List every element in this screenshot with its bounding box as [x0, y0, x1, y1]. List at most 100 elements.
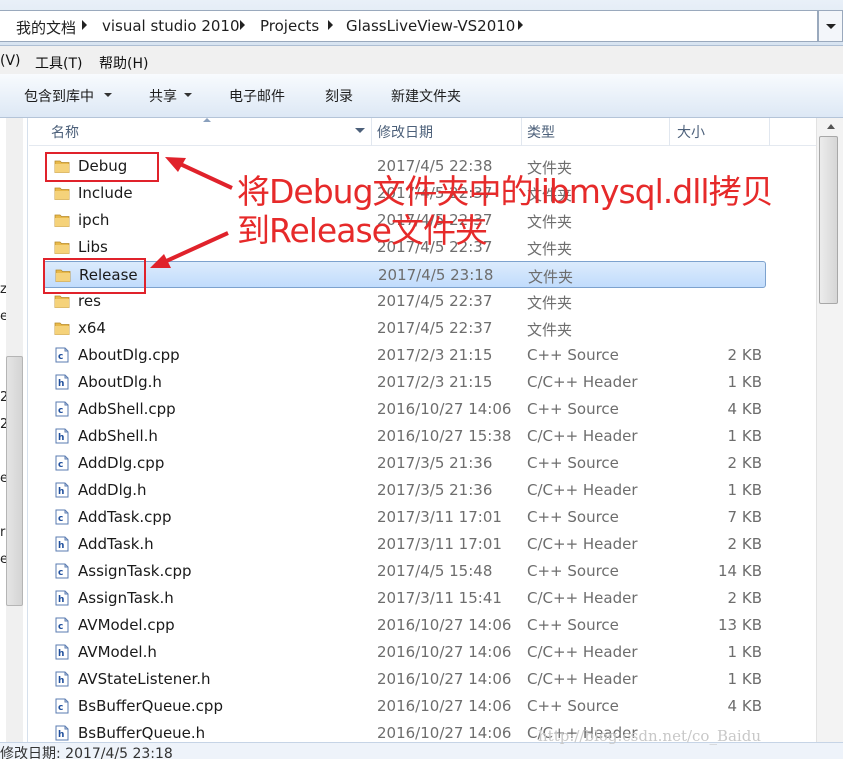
- file-type: C/C++ Header: [527, 427, 638, 445]
- file-size: 2 KB: [727, 454, 762, 472]
- breadcrumb-item-projects[interactable]: Projects: [260, 17, 319, 35]
- scroll-up-icon[interactable]: [827, 124, 835, 129]
- folder-icon: [54, 239, 70, 255]
- cpp-file-icon: c: [54, 401, 70, 417]
- folder-icon: [54, 185, 70, 201]
- file-type: C++ Source: [527, 400, 619, 418]
- address-history-dropdown[interactable]: [818, 10, 843, 42]
- file-row[interactable]: h AVModel.h 2016/10/27 14:06 C/C++ Header 1 …: [43, 639, 766, 666]
- breadcrumb-separator-icon[interactable]: [82, 20, 87, 30]
- file-row[interactable]: res 2017/4/5 22:37 文件夹: [43, 288, 766, 315]
- column-date[interactable]: 修改日期: [377, 122, 433, 142]
- column-separator[interactable]: [769, 118, 770, 146]
- breadcrumb-item-documents[interactable]: 我的文档: [16, 17, 76, 38]
- file-type: C/C++ Header: [527, 589, 638, 607]
- file-row[interactable]: h AssignTask.h 2017/3/11 15:41 C/C++ Header…: [43, 585, 766, 612]
- file-row[interactable]: c BsBufferQueue.cpp 2016/10/27 14:06 C++ So…: [43, 693, 766, 720]
- annotation-line-2: 到Release文件夹: [237, 211, 488, 250]
- file-size: 7 KB: [727, 508, 762, 526]
- command-bar: 包含到库中 共享 电子邮件 刻录 新建文件夹: [0, 74, 843, 118]
- column-separator[interactable]: [521, 118, 522, 146]
- file-type: C/C++ Header: [527, 670, 638, 688]
- file-name: AboutDlg.h: [78, 373, 162, 391]
- file-name: AVModel.h: [78, 643, 157, 661]
- breadcrumb-separator-icon[interactable]: [518, 20, 523, 30]
- chevron-down-icon[interactable]: [104, 93, 112, 97]
- file-row[interactable]: c AVModel.cpp 2016/10/27 14:06 C++ Source 13…: [43, 612, 766, 639]
- file-size: 1 KB: [727, 670, 762, 688]
- column-separator[interactable]: [371, 118, 372, 146]
- column-separator[interactable]: [669, 118, 670, 146]
- column-size[interactable]: 大小: [677, 122, 705, 142]
- file-type: 文件夹: [527, 321, 573, 339]
- svg-text:h: h: [58, 649, 64, 659]
- file-row[interactable]: h AdbShell.h 2016/10/27 15:38 C/C++ Header 1…: [43, 423, 766, 450]
- svg-text:h: h: [58, 541, 64, 551]
- file-size: 4 KB: [727, 400, 762, 418]
- email-button[interactable]: 电子邮件: [229, 86, 285, 106]
- new-folder-button[interactable]: 新建文件夹: [391, 86, 461, 106]
- header-file-icon: h: [54, 482, 70, 498]
- chevron-down-icon[interactable]: [184, 93, 192, 97]
- menu-help[interactable]: 帮助(H): [99, 53, 148, 73]
- file-name: AVStateListener.h: [78, 670, 211, 688]
- file-name: x64: [78, 319, 106, 337]
- breadcrumb-item-vs2010[interactable]: visual studio 2010: [102, 17, 240, 35]
- file-row[interactable]: h AddTask.h 2017/3/11 17:01 C/C++ Header 2 K…: [43, 531, 766, 558]
- file-date: 2016/10/27 14:06: [377, 400, 512, 418]
- file-row[interactable]: h AboutDlg.h 2017/2/3 21:15 C/C++ Header 1 K…: [43, 369, 766, 396]
- annotation-text: 将Debug文件夹中的libmysql.dll拷贝 到Release文件夹: [237, 172, 837, 250]
- file-date: 2017/4/5 22:37: [377, 292, 493, 310]
- navigation-pane[interactable]: z e 2 2 e ri e: [0, 118, 28, 742]
- file-row[interactable]: c AddDlg.cpp 2017/3/5 21:36 C++ Source 2 KB: [43, 450, 766, 477]
- file-type: C/C++ Header: [527, 373, 638, 391]
- folder-icon: [54, 293, 70, 309]
- file-type: C++ Source: [527, 346, 619, 364]
- file-name: AboutDlg.cpp: [78, 346, 180, 364]
- annotation-line-1: 将Debug文件夹中的libmysql.dll拷贝: [237, 172, 774, 211]
- file-date: 2017/4/5 22:37: [377, 319, 493, 337]
- watermark: http://blog.csdn.net/co_Baidu: [538, 727, 761, 745]
- svg-text:h: h: [58, 730, 64, 740]
- nav-scrollbar-thumb[interactable]: [6, 356, 23, 606]
- address-bar: 我的文档 visual studio 2010 Projects GlassLi…: [0, 0, 843, 46]
- breadcrumb-separator-icon[interactable]: [328, 20, 333, 30]
- file-date: 2016/10/27 15:38: [377, 427, 512, 445]
- cpp-file-icon: c: [54, 509, 70, 525]
- menu-tools[interactable]: 工具(T): [35, 53, 82, 73]
- include-in-library-button[interactable]: 包含到库中: [24, 86, 94, 106]
- chevron-down-icon[interactable]: [355, 128, 365, 133]
- header-file-icon: h: [54, 374, 70, 390]
- file-name: AssignTask.h: [78, 589, 174, 607]
- sort-ascending-icon: [203, 118, 211, 122]
- file-date: 2017/3/11 17:01: [377, 508, 502, 526]
- column-name[interactable]: 名称: [51, 122, 79, 142]
- breadcrumb-separator-icon[interactable]: [240, 20, 245, 30]
- svg-text:c: c: [58, 703, 63, 713]
- file-row[interactable]: x64 2017/4/5 22:37 文件夹: [43, 315, 766, 342]
- file-size: 2 KB: [727, 346, 762, 364]
- release-highlight-box: [43, 258, 146, 294]
- file-name: AssignTask.cpp: [78, 562, 192, 580]
- file-size: 1 KB: [727, 481, 762, 499]
- file-row[interactable]: c AdbShell.cpp 2016/10/27 14:06 C++ Source 4…: [43, 396, 766, 423]
- file-row-selected[interactable]: Release 2017/4/5 23:18 文件夹: [43, 261, 766, 288]
- header-file-icon: h: [54, 536, 70, 552]
- column-type[interactable]: 类型: [527, 122, 555, 142]
- file-row[interactable]: c AddTask.cpp 2017/3/11 17:01 C++ Source 7 K…: [43, 504, 766, 531]
- menu-view[interactable]: (V): [0, 53, 21, 69]
- column-header: 名称 修改日期 类型 大小: [29, 118, 816, 146]
- file-size: 1 KB: [727, 643, 762, 661]
- breadcrumb[interactable]: 我的文档 visual studio 2010 Projects GlassLi…: [0, 10, 818, 42]
- file-row[interactable]: c AboutDlg.cpp 2017/2/3 21:15 C++ Source 2 K…: [43, 342, 766, 369]
- file-type: C++ Source: [527, 454, 619, 472]
- file-row[interactable]: h AVStateListener.h 2016/10/27 14:06 C/C++ …: [43, 666, 766, 693]
- share-button[interactable]: 共享: [149, 86, 177, 106]
- breadcrumb-item-glassliveview[interactable]: GlassLiveView-VS2010: [346, 17, 515, 35]
- file-row[interactable]: c AssignTask.cpp 2017/4/5 15:48 C++ Source 1…: [43, 558, 766, 585]
- burn-button[interactable]: 刻录: [325, 86, 353, 106]
- file-row[interactable]: h AddDlg.h 2017/3/5 21:36 C/C++ Header 1 KB: [43, 477, 766, 504]
- svg-text:h: h: [58, 379, 64, 389]
- svg-text:h: h: [58, 433, 64, 443]
- header-file-icon: h: [54, 725, 70, 741]
